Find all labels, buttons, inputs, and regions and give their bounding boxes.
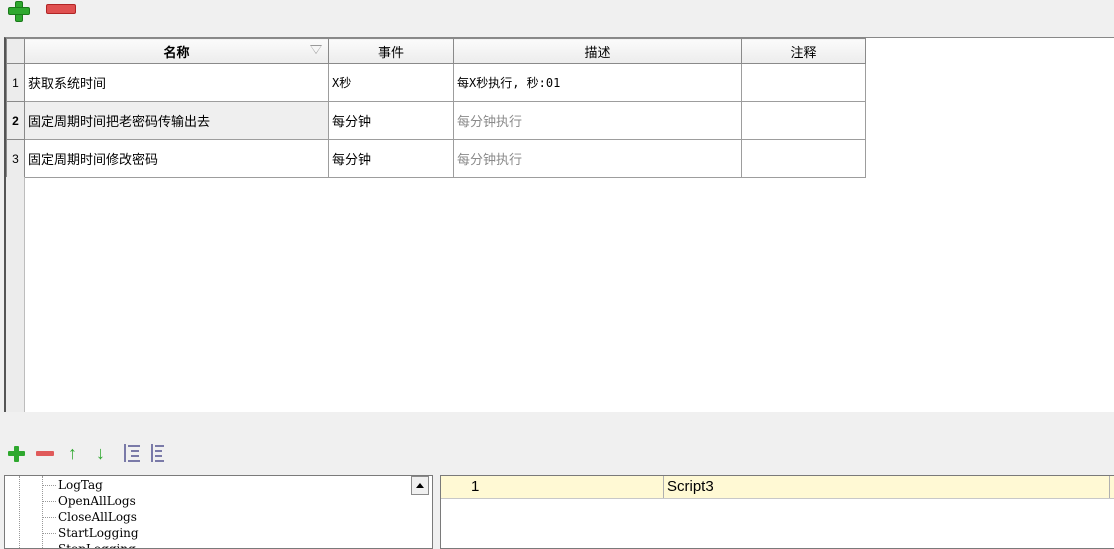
script-name: Script3 — [667, 478, 714, 495]
column-header-name[interactable]: 名称 — [24, 38, 329, 64]
cell-event[interactable]: X秒 — [328, 63, 454, 102]
table-row[interactable]: 2 固定周期时间把老密码传输出去 每分钟 每分钟执行 — [6, 101, 866, 140]
add-script-icon[interactable] — [7, 0, 31, 22]
tree-item[interactable]: CloseAllLogs — [42, 509, 137, 525]
row-number[interactable]: 1 — [6, 63, 25, 102]
tree-item[interactable]: LogTag — [42, 477, 103, 493]
indent-icon[interactable] — [124, 444, 140, 462]
cell-event[interactable]: 每分钟 — [328, 101, 454, 140]
arrow-down-icon[interactable]: ↓ — [96, 444, 105, 462]
tree-guide-line — [19, 476, 20, 548]
scroll-up-button[interactable] — [411, 476, 429, 495]
header-corner[interactable] — [6, 38, 25, 64]
row-number[interactable]: 2 — [6, 101, 25, 140]
add-line-icon[interactable] — [8, 446, 25, 462]
tree-item[interactable]: StopLogging — [42, 541, 136, 548]
script-table: 名称 事件 描述 注释 1 获取系统时间 X秒 每X秒执行, 秒:01 2 固定… — [6, 38, 866, 178]
script-event-grid: 名称 事件 描述 注释 1 获取系统时间 X秒 每X秒执行, 秒:01 2 固定… — [4, 37, 1114, 412]
column-divider — [1109, 476, 1110, 498]
arrow-up-icon[interactable]: ↑ — [68, 444, 77, 462]
row-number[interactable]: 3 — [6, 139, 25, 178]
column-header-name-label: 名称 — [163, 44, 190, 60]
script-number: 1 — [471, 478, 480, 495]
column-divider — [663, 476, 664, 498]
table-row[interactable]: 1 获取系统时间 X秒 每X秒执行, 秒:01 — [6, 63, 866, 102]
cell-name[interactable]: 获取系统时间 — [24, 63, 329, 102]
column-header-event[interactable]: 事件 — [328, 38, 454, 64]
cell-description[interactable]: 每分钟执行 — [453, 139, 742, 178]
sort-triangle-icon[interactable] — [310, 45, 322, 54]
table-row[interactable]: 3 固定周期时间修改密码 每分钟 每分钟执行 — [6, 139, 866, 178]
row-header-strip — [6, 177, 25, 412]
tree-item[interactable]: StartLogging — [42, 525, 139, 541]
tree-item[interactable]: OpenAllLogs — [42, 493, 136, 509]
remove-script-icon[interactable] — [46, 4, 76, 14]
cell-event[interactable]: 每分钟 — [328, 139, 454, 178]
cell-description[interactable]: 每分钟执行 — [453, 101, 742, 140]
cell-name[interactable]: 固定周期时间把老密码传输出去 — [24, 101, 329, 140]
cell-note[interactable] — [741, 139, 866, 178]
remove-line-icon[interactable] — [36, 451, 54, 456]
column-header-note[interactable]: 注释 — [741, 38, 866, 64]
script-list[interactable]: 1 Script3 — [440, 475, 1114, 549]
cell-note[interactable] — [741, 63, 866, 102]
cell-name[interactable]: 固定周期时间修改密码 — [24, 139, 329, 178]
cell-description[interactable]: 每X秒执行, 秒:01 — [453, 63, 742, 102]
outdent-icon[interactable] — [151, 444, 167, 462]
function-tree[interactable]: LogTag OpenAllLogs CloseAllLogs StartLog… — [4, 475, 433, 549]
table-header: 名称 事件 描述 注释 — [6, 38, 866, 64]
cell-note[interactable] — [741, 101, 866, 140]
list-item[interactable]: 1 Script3 — [441, 476, 1114, 499]
column-header-description[interactable]: 描述 — [453, 38, 742, 64]
